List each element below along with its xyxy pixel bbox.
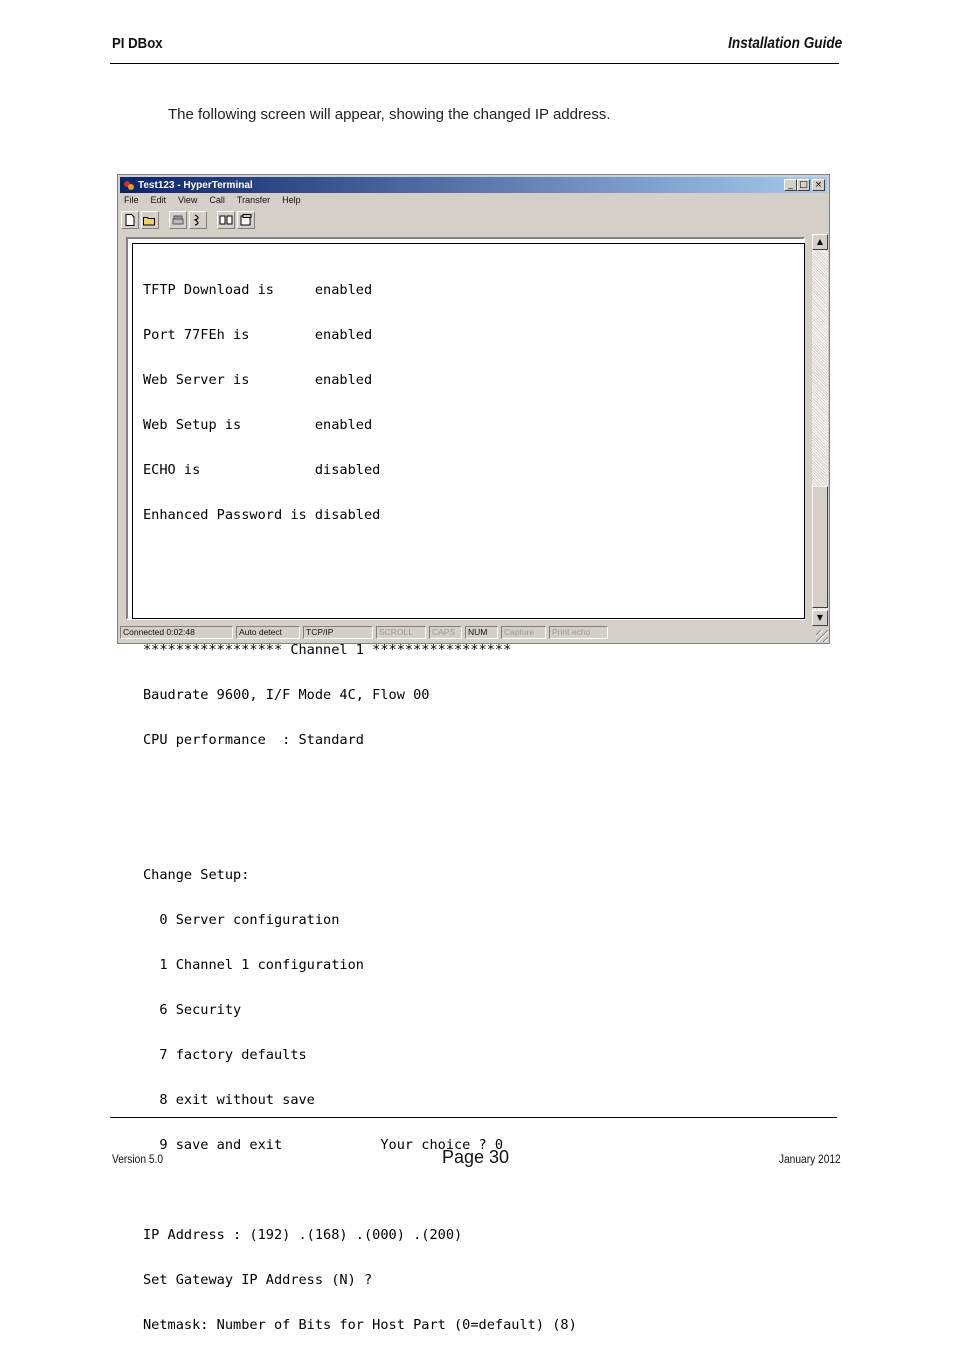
status-num: NUM (465, 626, 498, 639)
properties-icon[interactable] (237, 211, 255, 229)
terminal-line: Web Setup is enabled (143, 417, 373, 433)
status-connected: Connected 0:02:48 (120, 626, 233, 639)
window-title: Test123 - HyperTerminal (138, 179, 253, 191)
header-divider (110, 63, 839, 64)
footer-version: Version 5.0 (112, 1152, 164, 1166)
terminal-line: 6 Security (143, 1002, 242, 1018)
menu-file[interactable]: File (122, 194, 141, 208)
vertical-scrollbar[interactable]: ▲ ▼ (812, 234, 828, 626)
terminal-output: TFTP Download is enabled Port 77FEh is e… (143, 253, 577, 1363)
menu-call[interactable]: Call (207, 194, 227, 208)
resize-grip-icon[interactable] (816, 630, 828, 642)
terminal-line: Netmask: Number of Bits for Host Part (0… (143, 1317, 577, 1333)
status-detect: Auto detect (236, 626, 300, 639)
terminal-line: Set Gateway IP Address (N) ? (143, 1272, 373, 1288)
status-scroll: SCROLL (376, 626, 426, 639)
terminal-line: Port 77FEh is enabled (143, 327, 373, 343)
open-folder-icon[interactable] (141, 211, 159, 229)
terminal-line: CPU performance : Standard (143, 732, 364, 748)
toolbar (121, 209, 255, 231)
terminal-frame: TFTP Download is enabled Port 77FEh is e… (126, 237, 805, 1333)
maximize-button[interactable]: □ (797, 179, 810, 191)
window-controls: _ □ × (784, 179, 825, 191)
terminal-line: TFTP Download is enabled (143, 282, 373, 298)
status-protocol: TCP/IP (303, 626, 373, 639)
terminal-line: Enhanced Password is disabled (143, 507, 381, 523)
menu-view[interactable]: View (176, 194, 199, 208)
scroll-down-icon[interactable]: ▼ (812, 610, 828, 626)
hyperterminal-app-icon (123, 179, 135, 191)
header-doc-title: Installation Guide (727, 35, 842, 52)
status-caps: CAPS (429, 626, 462, 639)
terminal-line: 8 exit without save (143, 1092, 315, 1108)
intro-paragraph: The following screen will appear, showin… (168, 106, 611, 123)
footer-divider (110, 1117, 837, 1118)
connect-phone-icon[interactable] (169, 211, 187, 229)
hyperterminal-window: Test123 - HyperTerminal _ □ × File Edit … (117, 174, 830, 1333)
status-capture: Capture (501, 626, 546, 639)
terminal-line: Change Setup: (143, 867, 250, 883)
footer-date: January 2012 (779, 1152, 841, 1166)
terminal-line: 0 Server configuration (143, 912, 340, 928)
terminal-screen[interactable]: TFTP Download is enabled Port 77FEh is e… (132, 243, 805, 1333)
status-print-echo: Print echo (549, 626, 608, 639)
terminal-line: IP Address : (192) .(168) .(000) .(200) (143, 1227, 463, 1243)
scroll-up-icon[interactable]: ▲ (812, 234, 828, 250)
status-bar: Connected 0:02:48 Auto detect TCP/IP SCR… (120, 626, 611, 640)
new-document-icon[interactable] (121, 211, 139, 229)
disconnect-icon[interactable] (189, 211, 207, 229)
terminal-line: Web Server is enabled (143, 372, 373, 388)
window-titlebar[interactable]: Test123 - HyperTerminal _ □ × (120, 177, 827, 193)
menu-transfer[interactable]: Transfer (235, 194, 272, 208)
header-product: PI DBox (112, 35, 163, 52)
terminal-line: Baudrate 9600, I/F Mode 4C, Flow 00 (143, 687, 430, 703)
terminal-line: ECHO is disabled (143, 462, 381, 478)
menu-bar: File Edit View Call Transfer Help (122, 194, 303, 208)
terminal-line: ***************** Channel 1 ************… (143, 642, 512, 658)
close-button[interactable]: × (812, 179, 825, 191)
terminal-line: 1 Channel 1 configuration (143, 957, 364, 973)
terminal-line: 9 save and exit Your choice ? 0 (143, 1137, 504, 1153)
menu-help[interactable]: Help (280, 194, 303, 208)
scroll-thumb[interactable] (812, 486, 828, 608)
minimize-button[interactable]: _ (784, 179, 797, 191)
send-file-icon[interactable] (217, 211, 235, 229)
terminal-line: 7 factory defaults (143, 1047, 307, 1063)
menu-edit[interactable]: Edit (149, 194, 169, 208)
footer-page-number: Page 30 (442, 1147, 510, 1167)
